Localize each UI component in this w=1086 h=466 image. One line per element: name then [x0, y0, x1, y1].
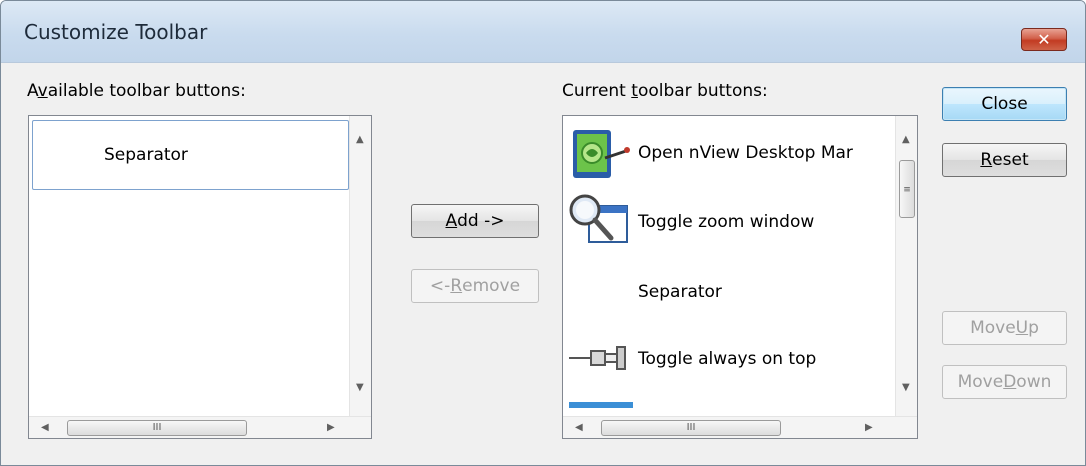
list-item[interactable]: Separator	[563, 262, 893, 320]
scroll-up-icon[interactable]: ▲	[902, 134, 910, 145]
current-vertical-scrollbar[interactable]: ▲ ≡ ▼	[895, 116, 917, 416]
close-button[interactable]: Close	[942, 87, 1067, 121]
pushpin-icon	[569, 346, 626, 370]
scroll-down-icon[interactable]: ▼	[902, 382, 910, 393]
scroll-thumb[interactable]: ≡	[899, 160, 915, 218]
scroll-up-icon[interactable]: ▲	[356, 134, 364, 145]
list-item-label: Open nView Desktop Mar	[638, 143, 853, 163]
move-down-button[interactable]: Move Down	[942, 365, 1067, 399]
list-item-label: Separator	[104, 145, 188, 165]
scroll-left-icon[interactable]: ◀	[41, 422, 49, 433]
customize-toolbar-dialog: Customize Toolbar ✕ Available toolbar bu…	[0, 0, 1086, 466]
list-item-label: Separator	[638, 282, 722, 302]
close-icon: ✕	[1037, 30, 1051, 49]
scroll-down-icon[interactable]: ▼	[356, 382, 364, 393]
remove-button[interactable]: <- Remove	[411, 269, 539, 303]
window-title: Customize Toolbar	[24, 20, 208, 44]
available-buttons-list[interactable]: Separator ▲ ▼ ◀ III ▶	[28, 115, 372, 439]
current-horizontal-scrollbar[interactable]: ◀ III ▶	[563, 416, 917, 438]
list-item[interactable]: Toggle always on top	[563, 328, 893, 390]
scroll-thumb[interactable]: III	[601, 420, 781, 436]
scroll-thumb[interactable]: III	[67, 420, 247, 436]
scroll-right-icon[interactable]: ▶	[865, 422, 873, 433]
scroll-right-icon[interactable]: ▶	[327, 422, 335, 433]
list-item-label: Toggle zoom window	[638, 212, 815, 232]
add-button[interactable]: Add ->	[411, 204, 539, 238]
current-buttons-list[interactable]: Open nView Desktop Mar Toggle zoom windo…	[562, 115, 918, 439]
available-buttons-label: Available toolbar buttons:	[27, 81, 246, 101]
scroll-left-icon[interactable]: ◀	[575, 422, 583, 433]
list-item[interactable]: Separator	[32, 120, 349, 190]
current-buttons-label: Current toolbar buttons:	[562, 81, 768, 101]
partial-list-item-icon	[569, 402, 633, 408]
zoom-window-icon	[569, 194, 628, 243]
list-item-label: Toggle always on top	[638, 349, 817, 369]
list-item[interactable]: Open nView Desktop Mar	[563, 124, 893, 186]
list-item[interactable]: Toggle zoom window	[563, 190, 893, 252]
reset-button[interactable]: Reset	[942, 143, 1067, 177]
move-up-button[interactable]: Move Up	[942, 311, 1067, 345]
nview-desktop-manager-icon	[573, 130, 630, 178]
available-horizontal-scrollbar[interactable]: ◀ III ▶	[29, 416, 371, 438]
window-close-button[interactable]: ✕	[1021, 28, 1067, 51]
available-vertical-scrollbar[interactable]: ▲ ▼	[349, 116, 371, 416]
title-bar[interactable]: Customize Toolbar ✕	[1, 1, 1085, 63]
